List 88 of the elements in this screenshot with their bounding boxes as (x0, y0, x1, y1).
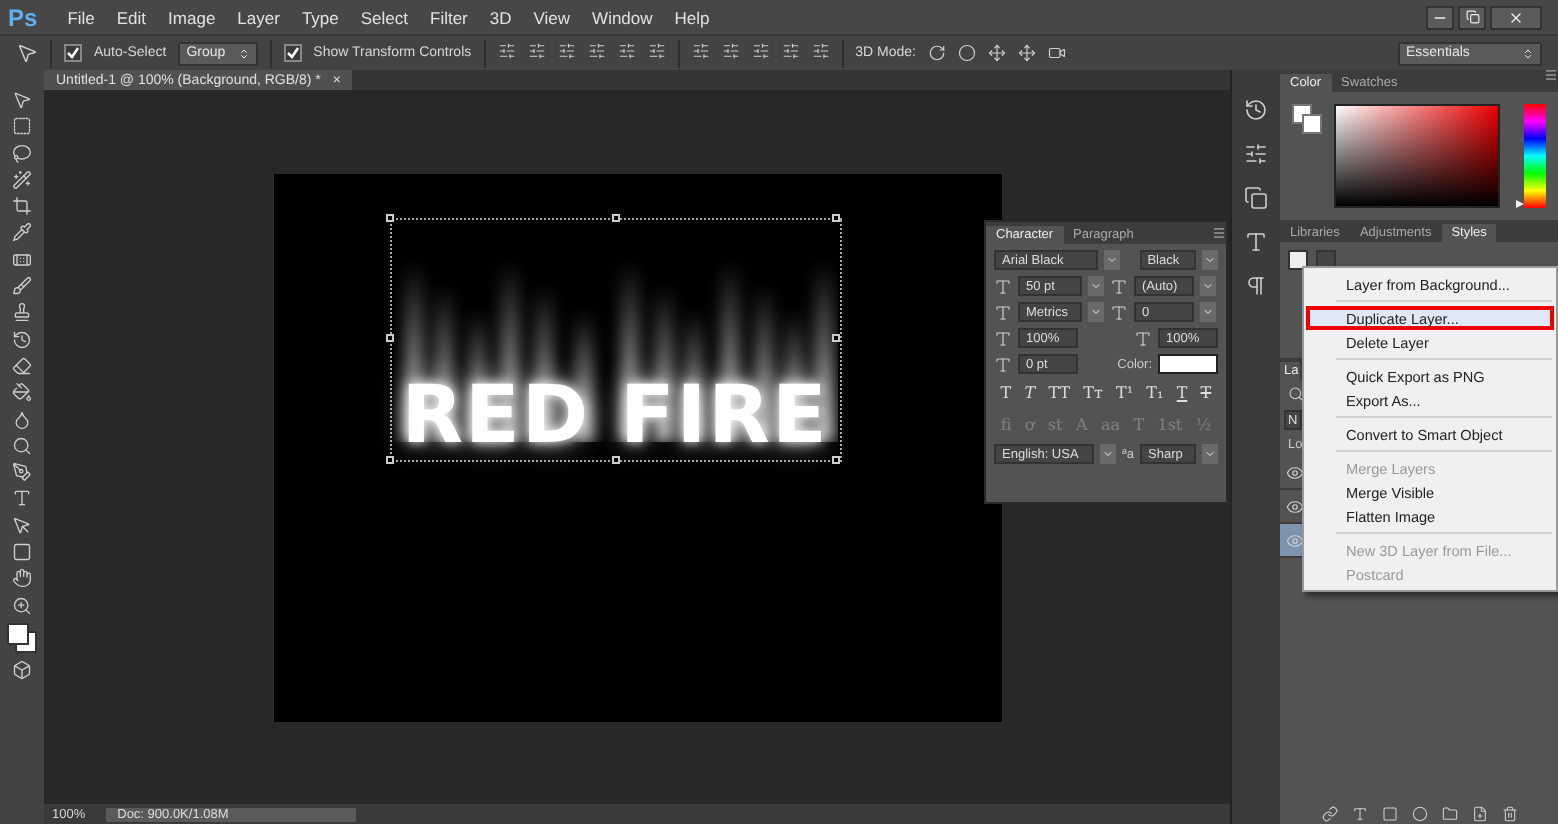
type-style-button[interactable]: Tт (1083, 384, 1103, 402)
menu-item[interactable]: Type (301, 7, 339, 27)
path-select-icon[interactable] (12, 515, 32, 536)
eye-icon[interactable] (1286, 463, 1304, 481)
distribute-icon[interactable] (691, 42, 710, 60)
menu-item[interactable]: 3D (489, 7, 512, 27)
color-swatches-icon[interactable] (6, 621, 38, 654)
checkbox[interactable] (64, 44, 82, 62)
hue-slider-thumb[interactable] (1516, 200, 1525, 208)
fire-text: RED FIRE (399, 369, 831, 461)
clone-source-icon[interactable] (1244, 186, 1268, 210)
pen-tool-icon[interactable] (12, 462, 32, 483)
brush-tool-icon[interactable] (12, 276, 32, 297)
menu-item[interactable]: Filter (430, 7, 468, 27)
filter-icon[interactable] (1288, 386, 1304, 402)
type-style-button[interactable]: T (1024, 384, 1036, 402)
menu-item[interactable]: Window (592, 7, 653, 27)
menu-item[interactable]: Help (674, 7, 710, 27)
distribute-icon[interactable] (781, 42, 800, 60)
menu-item[interactable]: View (533, 7, 571, 27)
minimize-button[interactable] (1426, 5, 1454, 29)
checkbox[interactable] (283, 44, 302, 62)
close-icon (1508, 9, 1524, 25)
distribute-icon[interactable] (751, 42, 770, 60)
crop-tool-icon[interactable] (12, 196, 32, 217)
mask-icon[interactable] (1381, 806, 1397, 822)
camera-icon[interactable] (1048, 44, 1066, 62)
droplet-icon[interactable] (12, 409, 32, 430)
move-tool-icon[interactable] (12, 90, 32, 110)
eraser-tool-icon[interactable] (12, 355, 32, 376)
adjustment-icon[interactable] (1411, 806, 1427, 822)
align-icon[interactable] (647, 42, 666, 60)
stamp-tool-icon[interactable] (12, 302, 32, 323)
lasso-tool-icon[interactable] (12, 143, 32, 164)
color-field[interactable] (1334, 104, 1501, 208)
align-icon[interactable] (617, 42, 636, 60)
type-style-button[interactable]: T₁ (1146, 384, 1164, 402)
color-swatches-icon[interactable] (1292, 104, 1323, 136)
app-logo: Ps (8, 3, 38, 31)
align-icon[interactable] (557, 42, 576, 60)
distribute-icon[interactable] (811, 42, 830, 60)
menu-item[interactable]: Edit (116, 7, 147, 27)
history-icon[interactable] (1244, 98, 1268, 122)
menu-item[interactable]: File (67, 7, 95, 27)
move-tool-icon[interactable] (16, 42, 38, 64)
close-button[interactable] (1490, 5, 1542, 29)
dropdown-caret-icon[interactable] (1202, 444, 1219, 464)
paint-bucket-icon[interactable] (12, 382, 32, 403)
distribute-icon[interactable] (721, 42, 740, 60)
restore-icon (1465, 10, 1479, 24)
type-style-button[interactable]: T (1176, 384, 1188, 402)
trash-icon[interactable] (1501, 806, 1517, 822)
panel-menu-icon[interactable] (1212, 226, 1226, 240)
align-icon[interactable] (587, 42, 606, 60)
menu-item[interactable]: Image (168, 7, 216, 27)
magic-wand-icon[interactable] (12, 169, 32, 190)
paragraph-icon[interactable] (1244, 274, 1268, 298)
slide-icon[interactable] (1018, 44, 1036, 62)
hand-tool-icon[interactable] (12, 568, 32, 589)
panel-menu-icon[interactable] (1544, 68, 1558, 82)
type-tool-icon[interactable] (12, 488, 32, 509)
text-color-swatch[interactable] (1158, 354, 1218, 374)
bandage-icon[interactable] (12, 249, 32, 270)
dropdown-caret-icon[interactable] (1099, 444, 1116, 464)
menu-item[interactable]: Select (360, 7, 408, 27)
properties-icon[interactable] (1244, 142, 1268, 166)
type-style-button[interactable]: T (1000, 384, 1012, 402)
type-style-button[interactable]: T¹ (1116, 384, 1134, 402)
eye-icon[interactable] (1286, 497, 1304, 515)
history-brush-icon[interactable] (12, 329, 32, 350)
link-icon[interactable] (1321, 806, 1337, 822)
align-icon[interactable] (497, 42, 516, 60)
restore-button[interactable] (1458, 5, 1486, 29)
rotate-icon[interactable] (928, 44, 946, 62)
zoom-tool-icon[interactable] (12, 595, 32, 616)
character-icon[interactable] (1244, 230, 1268, 254)
align-icon[interactable] (527, 42, 546, 60)
type-style-button[interactable]: T (1200, 384, 1212, 402)
new-layer-icon[interactable] (1471, 806, 1487, 822)
menu-item[interactable]: Layer (237, 7, 280, 27)
rectangle-tool-icon[interactable] (12, 542, 32, 563)
pan-icon[interactable] (988, 44, 1006, 62)
style-swatch[interactable] (1288, 250, 1308, 270)
marquee-tool-icon[interactable] (12, 116, 32, 137)
folder-icon[interactable] (1441, 806, 1457, 822)
type-style-button[interactable]: TT (1048, 384, 1071, 402)
roll-icon[interactable] (958, 44, 976, 62)
eyedropper-icon[interactable] (12, 222, 32, 243)
